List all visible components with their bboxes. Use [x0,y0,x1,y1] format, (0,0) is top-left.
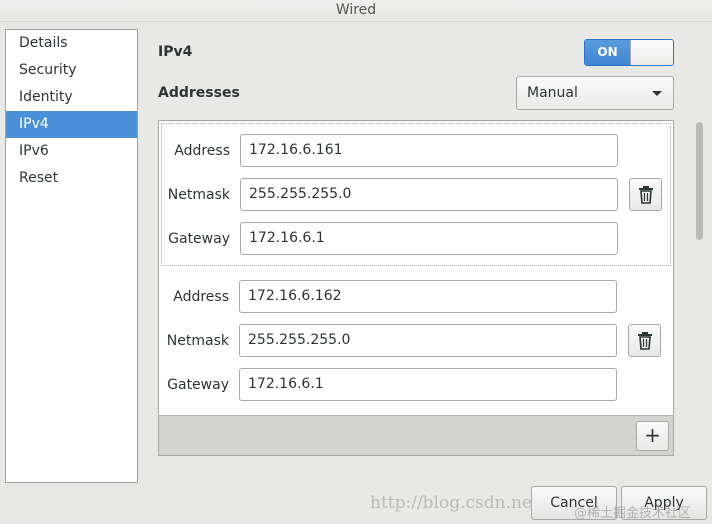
watermark: http://blog.csdn.ne [370,493,533,513]
addresses-panel: Address 172.16.6.161 Netmask 255.255.255… [158,120,674,456]
address-input[interactable]: 172.16.6.162 [239,280,617,313]
sidebar-item-ipv6[interactable]: IPv6 [6,138,137,165]
ipv4-toggle[interactable]: ON [584,39,674,66]
delete-address-button[interactable] [629,178,662,211]
netmask-label: Netmask [166,333,229,349]
gateway-label: Gateway [167,377,229,393]
address-entry: Address 172.16.6.162 Netmask 255.255.255… [161,270,671,413]
trash-icon [639,186,653,204]
toggle-knob[interactable] [630,40,673,65]
addresses-method-dropdown[interactable]: Manual [516,76,674,110]
sidebar-item-details[interactable]: Details [6,30,137,57]
trash-icon [638,332,652,350]
netmask-input[interactable]: 255.255.255.0 [239,324,617,357]
window-title: Wired [0,0,712,22]
cancel-button[interactable]: Cancel [531,486,617,520]
address-label: Address [173,289,229,305]
sidebar-item-identity[interactable]: Identity [6,84,137,111]
address-label: Address [174,143,230,159]
delete-address-button[interactable] [628,324,661,357]
gateway-label: Gateway [168,231,230,247]
addresses-toolbar: + [159,415,673,455]
scrollbar-thumb[interactable] [696,122,703,240]
addresses-label: Addresses [158,85,240,101]
gateway-input[interactable]: 172.16.6.1 [239,368,617,401]
sidebar: Details Security Identity IPv4 IPv6 Rese… [5,29,138,483]
ipv4-label: IPv4 [158,44,193,60]
add-address-button[interactable]: + [636,421,669,451]
toggle-on-label: ON [585,40,630,65]
netmask-input[interactable]: 255.255.255.0 [240,178,618,211]
address-entry: Address 172.16.6.161 Netmask 255.255.255… [161,123,671,266]
netmask-label: Netmask [167,187,230,203]
scrollbar[interactable] [693,122,703,244]
address-input[interactable]: 172.16.6.161 [240,134,618,167]
sidebar-item-security[interactable]: Security [6,57,137,84]
dropdown-selected-value: Manual [527,85,578,101]
chevron-down-icon [652,91,662,96]
sidebar-item-ipv4[interactable]: IPv4 [6,111,137,138]
apply-button[interactable]: Apply [621,486,707,520]
plus-icon: + [644,423,661,447]
sidebar-item-reset[interactable]: Reset [6,165,137,192]
gateway-input[interactable]: 172.16.6.1 [240,222,618,255]
